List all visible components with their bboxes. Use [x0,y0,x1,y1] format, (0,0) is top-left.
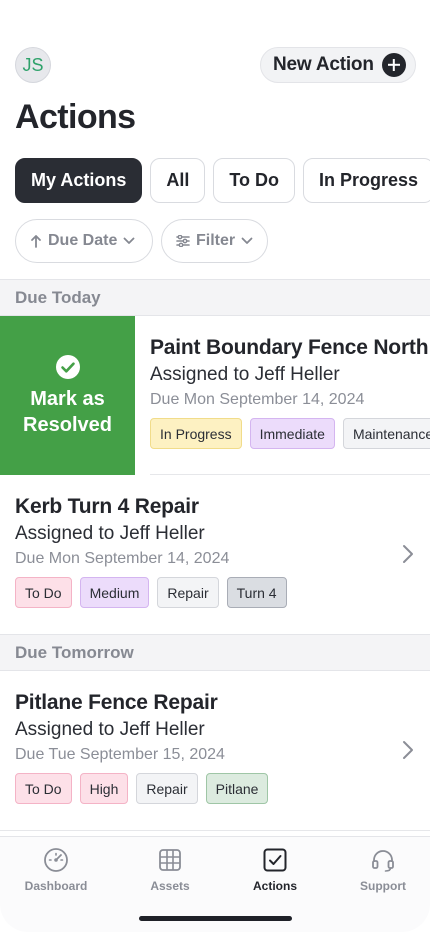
user-avatar[interactable]: JS [15,47,51,83]
category-tag: Maintenance [342,418,430,449]
tag-list: To Do High Repair Pitlane [15,773,430,804]
filter-button[interactable]: Filter [161,219,268,263]
nav-assets[interactable]: Assets [125,847,215,893]
list-item[interactable]: Pitlane Fence Repair Assigned to Jeff He… [0,671,430,830]
nav-actions[interactable]: Actions [230,847,320,893]
filter-label: Filter [196,232,236,249]
location-tag: Turn 4 [226,577,287,608]
tab-in-progress[interactable]: In Progress [303,158,430,203]
section-heading: Due Tomorrow [0,634,430,671]
action-title: Kerb Turn 4 Repair [15,495,199,518]
home-indicator[interactable] [139,916,292,921]
nav-label: Actions [252,879,297,893]
action-due-date: Due Tue September 15, 2024 [15,746,225,763]
gauge-icon [44,848,68,872]
grid-globe-icon [159,849,181,871]
new-action-button[interactable]: New Action [260,47,416,83]
tab-bar: My Actions All To Do In Progress [15,158,430,203]
chevron-right-icon [403,741,413,759]
new-action-label: New Action [273,54,374,75]
action-assignee: Assigned to Jeff Heller [15,523,205,544]
checkbox-icon [263,848,287,872]
list-item[interactable]: Paint Boundary Fence North Assigned to J… [135,316,430,475]
priority-tag: Immediate [249,418,335,449]
nav-label: Assets [150,879,190,893]
arrow-up-icon [31,235,41,248]
priority-tag: Medium [79,577,150,608]
nav-support[interactable]: Support [338,847,428,893]
status-tag: To Do [15,773,72,804]
chevron-right-icon [403,545,413,563]
sliders-icon [176,235,190,247]
tab-all[interactable]: All [150,158,206,203]
divider [0,830,430,831]
tag-list: In Progress Immediate Maintenance [150,418,430,449]
nav-label: Dashboard [24,879,88,893]
category-tag: Repair [157,577,219,608]
chevron-down-icon [241,237,253,244]
mark-as-resolved-button[interactable]: Mark as Resolved [0,316,135,475]
chevron-down-icon [123,237,135,244]
section-heading: Due Today [0,279,430,316]
action-title: Paint Boundary Fence North [150,336,429,359]
headset-icon [372,850,394,872]
mark-as-resolved-label: Mark as Resolved [23,387,112,436]
page-title: Actions [15,98,136,136]
action-assignee: Assigned to Jeff Heller [15,719,205,740]
category-tag: Repair [136,773,198,804]
plus-circle-icon [381,53,406,77]
status-tag: In Progress [150,418,242,449]
tab-my-actions[interactable]: My Actions [15,158,143,203]
sort-due-date-button[interactable]: Due Date [15,219,153,263]
action-title: Pitlane Fence Repair [15,691,218,714]
action-due-date: Due Mon September 14, 2024 [15,550,230,567]
action-due-date: Due Mon September 14, 2024 [150,391,365,408]
tag-list: To Do Medium Repair Turn 4 [15,577,430,608]
status-tag: To Do [15,577,72,608]
tab-to-do[interactable]: To Do [213,158,296,203]
priority-tag: High [79,773,129,804]
check-circle-icon [55,354,80,379]
sort-label: Due Date [48,232,118,249]
list-item[interactable]: Kerb Turn 4 Repair Assigned to Jeff Hell… [0,475,430,634]
nav-label: Support [360,879,406,893]
nav-dashboard[interactable]: Dashboard [11,847,101,893]
app-screen: JS New Action Actions My Actions All To … [0,0,430,932]
action-assignee: Assigned to Jeff Heller [150,364,340,385]
location-tag: Pitlane [205,773,269,804]
